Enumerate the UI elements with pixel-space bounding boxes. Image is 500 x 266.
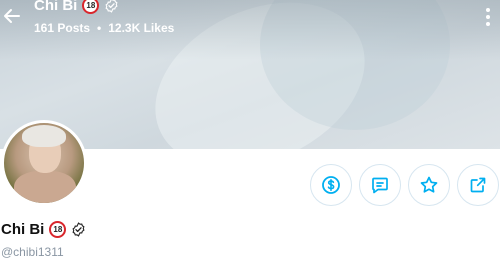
profile-actions — [0, 164, 500, 206]
message-icon — [372, 177, 388, 194]
share-icon — [470, 177, 486, 193]
favorite-button[interactable] — [408, 164, 450, 206]
share-button[interactable] — [457, 164, 499, 206]
dollar-icon — [322, 176, 340, 194]
verified-icon — [105, 0, 118, 13]
verified-icon — [72, 222, 85, 237]
message-button[interactable] — [359, 164, 401, 206]
profile-name-row: Chi Bi 18 — [1, 221, 86, 238]
header-name: Chi Bi — [34, 0, 78, 14]
age-18-badge: 18 — [82, 0, 100, 14]
posts-count: 161 Posts — [34, 21, 91, 35]
more-options-icon[interactable] — [481, 6, 495, 28]
age-18-badge: 18 — [49, 221, 67, 238]
header-stats: 161 Posts • 12.3K Likes — [34, 21, 174, 35]
likes-count: 12.3K Likes — [108, 21, 175, 35]
profile-name: Chi Bi — [1, 221, 45, 238]
stats-separator: • — [97, 21, 102, 35]
tip-button[interactable] — [310, 164, 352, 206]
star-icon — [420, 176, 438, 193]
top-bar: Chi Bi 18 161 Posts • 12.3K Likes — [0, 0, 500, 40]
profile-username: @chibi1311 — [1, 245, 64, 259]
back-arrow-icon[interactable] — [2, 6, 22, 26]
header-title: Chi Bi 18 — [34, 0, 119, 14]
